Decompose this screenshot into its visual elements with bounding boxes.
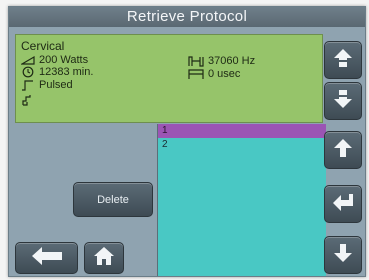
enter-button[interactable]	[324, 185, 362, 223]
applicator-icon	[21, 93, 35, 107]
device-frame: Retrieve Protocol Cervical 200 Watts 123…	[0, 0, 369, 280]
list-item-label: 1	[162, 125, 168, 136]
frequency-value: 37060 Hz	[208, 55, 256, 67]
up-button[interactable]	[324, 131, 362, 169]
window-title: Retrieve Protocol	[126, 8, 248, 25]
protocol-info-panel: Cervical 200 Watts 12383 min. Pulsed 370…	[15, 34, 323, 123]
power-icon	[21, 55, 35, 65]
down-button[interactable]	[324, 236, 362, 274]
time-row: 12383 min.	[21, 66, 93, 78]
home-icon	[92, 245, 116, 272]
delete-button[interactable]: Delete	[73, 182, 153, 217]
down-arrow-icon	[332, 242, 354, 269]
back-arrow-icon	[30, 246, 64, 271]
frequency-row: 37060 Hz	[188, 55, 255, 67]
page-up-button[interactable]	[324, 41, 362, 79]
mode-row: Pulsed	[21, 79, 73, 91]
double-up-arrow-icon	[332, 47, 354, 74]
title-bar: Retrieve Protocol	[9, 7, 365, 27]
screen: Retrieve Protocol Cervical 200 Watts 123…	[8, 6, 366, 277]
delete-button-label: Delete	[97, 193, 129, 206]
up-arrow-icon	[332, 137, 354, 164]
power-value: 200 Watts	[39, 54, 89, 66]
home-button[interactable]	[84, 242, 124, 274]
page-down-button[interactable]	[324, 82, 362, 120]
enter-arrow-icon	[331, 191, 355, 218]
frequency-icon	[188, 55, 204, 67]
time-value: 12383 min.	[39, 66, 94, 78]
back-button[interactable]	[15, 242, 78, 274]
double-down-arrow-icon	[332, 88, 354, 115]
clock-icon	[21, 66, 35, 78]
list-item[interactable]: 1	[158, 124, 326, 138]
power-row: 200 Watts	[21, 54, 88, 66]
applicator-row	[21, 93, 35, 107]
mode-value: Pulsed	[39, 79, 73, 91]
delay-value: 0 usec	[208, 68, 241, 80]
list-item-label: 2	[162, 139, 168, 150]
pulse-icon	[21, 79, 35, 91]
delay-icon	[188, 68, 204, 80]
delay-row: 0 usec	[188, 68, 240, 80]
list-item[interactable]: 2	[158, 138, 326, 152]
protocol-list[interactable]: 1 2	[157, 124, 326, 276]
protocol-name: Cervical	[21, 39, 65, 53]
